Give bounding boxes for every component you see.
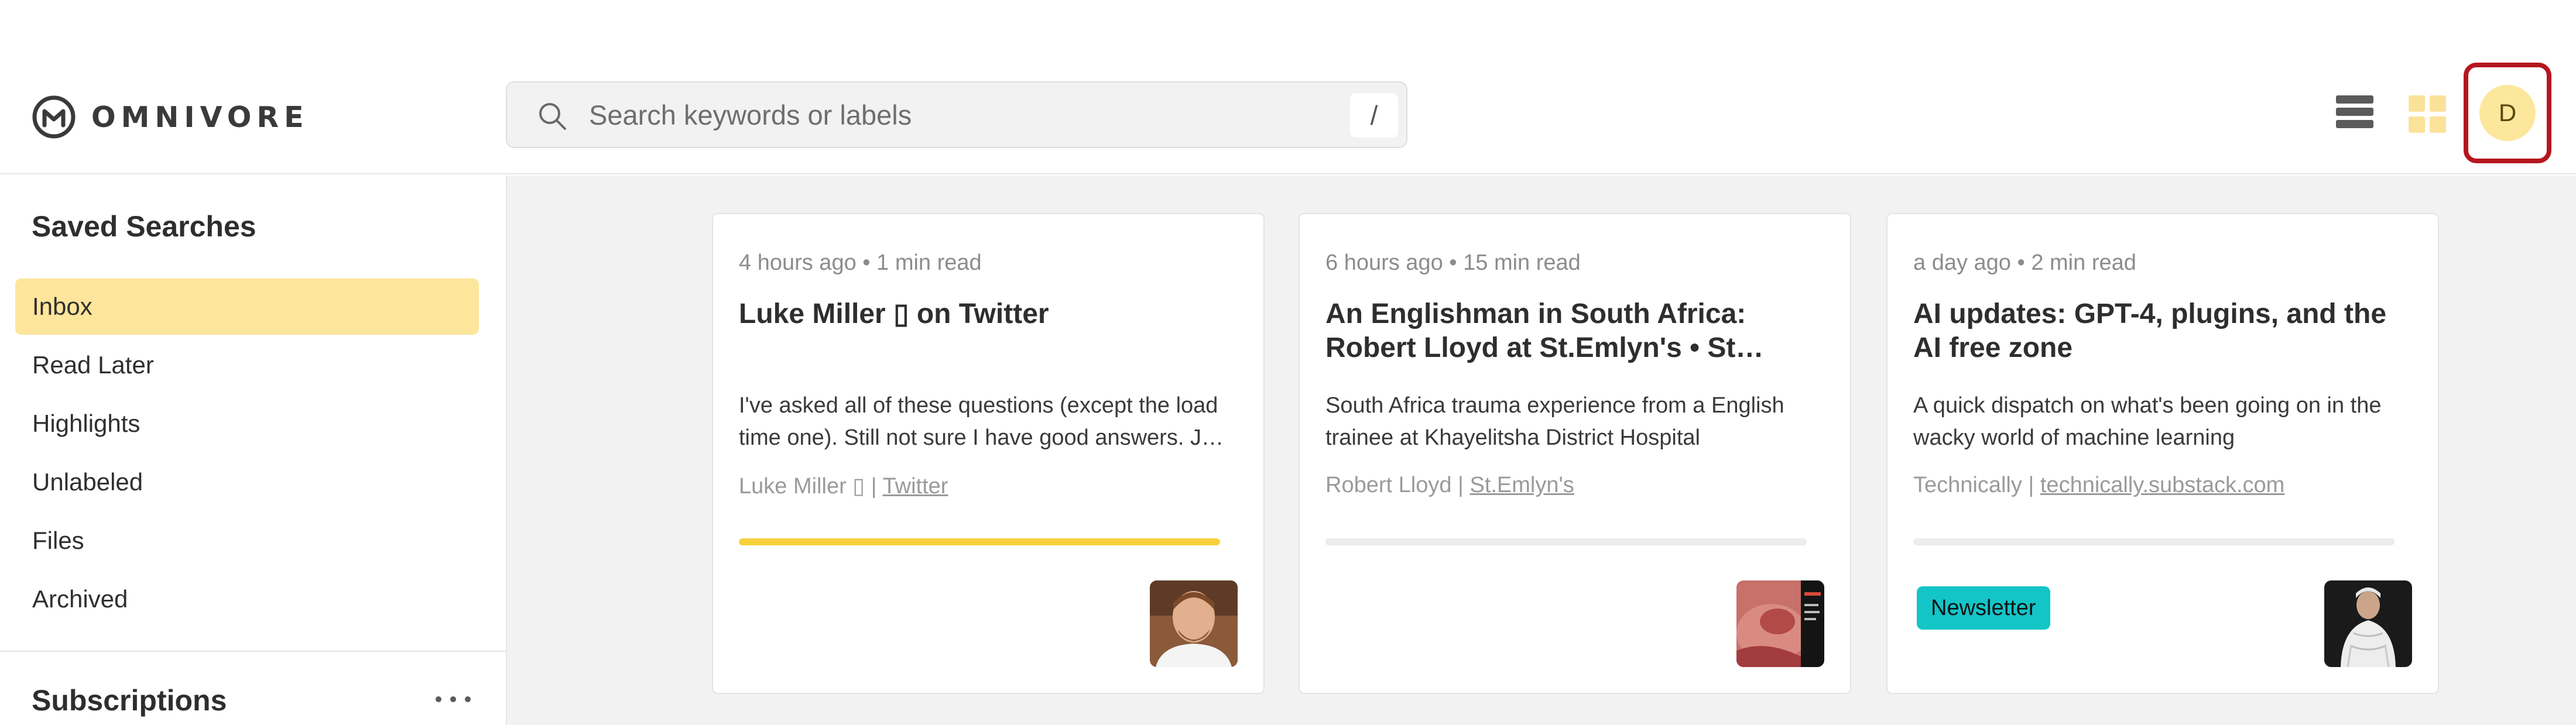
card-description: I've asked all of these questions (excep… <box>739 390 1236 454</box>
card-thumbnail <box>1150 580 1238 667</box>
card-source-link[interactable]: Twitter <box>883 474 948 499</box>
reading-progress-bar <box>1913 538 2395 545</box>
sidebar-item-read-later[interactable]: Read Later <box>15 337 479 393</box>
sidebar-item-unlabeled[interactable]: Unlabeled <box>15 454 479 510</box>
search-shortcut-key: / <box>1350 93 1398 138</box>
sidebar-divider <box>0 651 506 652</box>
user-avatar[interactable]: D <box>2479 85 2536 141</box>
card-author: Technically <box>1913 473 2022 497</box>
grid-view-icon[interactable] <box>2409 95 2446 133</box>
card-description-line: I've asked all of these questions (excep… <box>739 393 1218 418</box>
byline-separator: | <box>2022 473 2040 497</box>
list-view-icon[interactable] <box>2336 95 2373 133</box>
card-source-link[interactable]: technically.substack.com <box>2040 473 2284 497</box>
reading-progress-bar <box>739 538 1220 545</box>
omnivore-logo[interactable]: OMNIVORE <box>32 95 309 139</box>
card-description-line: wacky world of machine learning <box>1913 425 2235 450</box>
card-meta: 6 hours ago • 15 min read <box>1325 250 1581 275</box>
card-title[interactable]: An Englishman in South Africa: Robert Ll… <box>1325 297 1823 365</box>
search-bar[interactable]: / <box>506 81 1407 148</box>
card-description: South Africa trauma experience from a En… <box>1325 390 1823 454</box>
omnivore-logo-icon <box>32 95 76 139</box>
card-thumbnail <box>1736 580 1824 667</box>
reading-progress-bar <box>1325 538 1807 545</box>
avatar-highlight: D <box>2464 63 2551 163</box>
top-bar: OMNIVORE / D <box>0 0 2576 174</box>
byline-separator: | <box>865 474 883 499</box>
library-grid: 4 hours ago • 1 min read Luke Miller ▯ o… <box>507 176 2576 725</box>
sidebar-item-archived[interactable]: Archived <box>15 571 479 627</box>
saved-searches-heading: Saved Searches <box>32 210 256 243</box>
card-description-line: South Africa trauma experience from a En… <box>1325 393 1784 418</box>
search-input[interactable] <box>589 95 1262 134</box>
card-meta: 4 hours ago • 1 min read <box>739 250 982 275</box>
more-options-icon[interactable] <box>436 690 471 708</box>
card-meta: a day ago • 2 min read <box>1913 250 2136 275</box>
card-author: Robert Lloyd <box>1325 473 1452 497</box>
article-card[interactable]: a day ago • 2 min read AI updates: GPT-4… <box>1886 213 2439 694</box>
article-card[interactable]: 6 hours ago • 15 min read An Englishman … <box>1299 213 1851 694</box>
card-description-line: A quick dispatch on what's been going on… <box>1913 393 2382 418</box>
logo-text: OMNIVORE <box>91 100 309 134</box>
sidebar-item-highlights[interactable]: Highlights <box>15 396 479 452</box>
card-byline: Technically | technically.substack.com <box>1913 473 2284 498</box>
subscriptions-heading: Subscriptions <box>32 684 227 717</box>
search-icon <box>539 103 566 130</box>
card-description-line: time one). Still not sure I have good an… <box>739 425 1224 450</box>
card-byline: Luke Miller ▯ | Twitter <box>739 473 948 499</box>
card-source-link[interactable]: St.Emlyn's <box>1469 473 1574 497</box>
article-card[interactable]: 4 hours ago • 1 min read Luke Miller ▯ o… <box>712 213 1265 694</box>
card-byline: Robert Lloyd | St.Emlyn's <box>1325 473 1574 498</box>
sidebar-item-inbox[interactable]: Inbox <box>15 279 479 335</box>
reading-progress-fill <box>739 538 1220 545</box>
sidebar-item-files[interactable]: Files <box>15 513 479 569</box>
byline-separator: | <box>1451 473 1470 497</box>
card-author: Luke Miller ▯ <box>739 474 865 499</box>
card-description-line: trainee at Khayelitsha District Hospital <box>1325 425 1700 450</box>
card-thumbnail <box>2324 580 2412 667</box>
card-title[interactable]: Luke Miller ▯ on Twitter <box>739 297 1236 331</box>
label-badge[interactable]: Newsletter <box>1917 586 2050 630</box>
card-title[interactable]: AI updates: GPT-4, plugins, and the AI f… <box>1913 297 2411 365</box>
card-description: A quick dispatch on what's been going on… <box>1913 390 2411 454</box>
sidebar: Saved Searches Inbox Read Later Highligh… <box>0 176 507 725</box>
